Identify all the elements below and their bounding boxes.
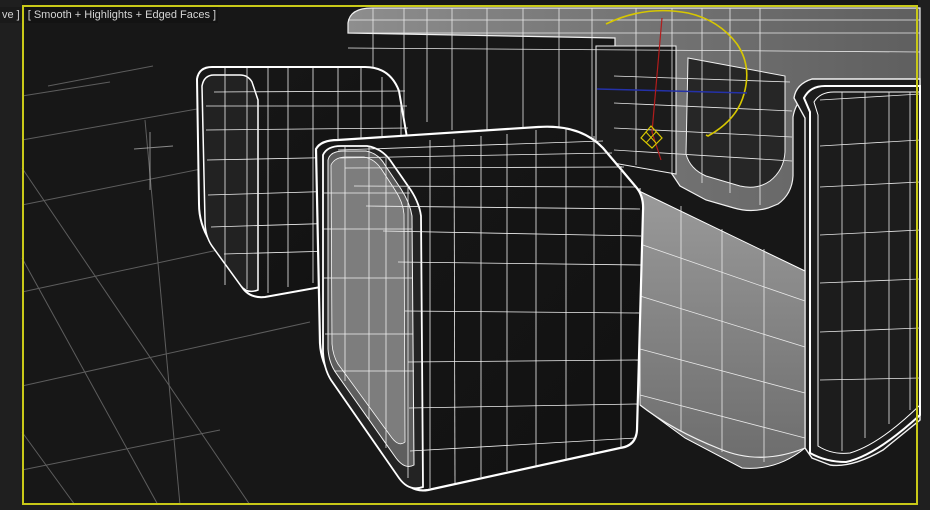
viewport-shading-label[interactable]: [ Smooth + Highlights + Edged Faces ] xyxy=(25,7,219,23)
viewport-label-bar[interactable]: ve ] [ Smooth + Highlights + Edged Faces… xyxy=(0,7,219,23)
viewport-view-label[interactable]: ve ] xyxy=(0,7,22,23)
perspective-viewport[interactable]: ve ] [ Smooth + Highlights + Edged Faces… xyxy=(0,0,930,510)
3ds-max-viewport-window: ve ] [ Smooth + Highlights + Edged Faces… xyxy=(0,0,930,510)
front-cube-object[interactable] xyxy=(314,125,645,492)
viewport-scene[interactable] xyxy=(0,0,930,510)
